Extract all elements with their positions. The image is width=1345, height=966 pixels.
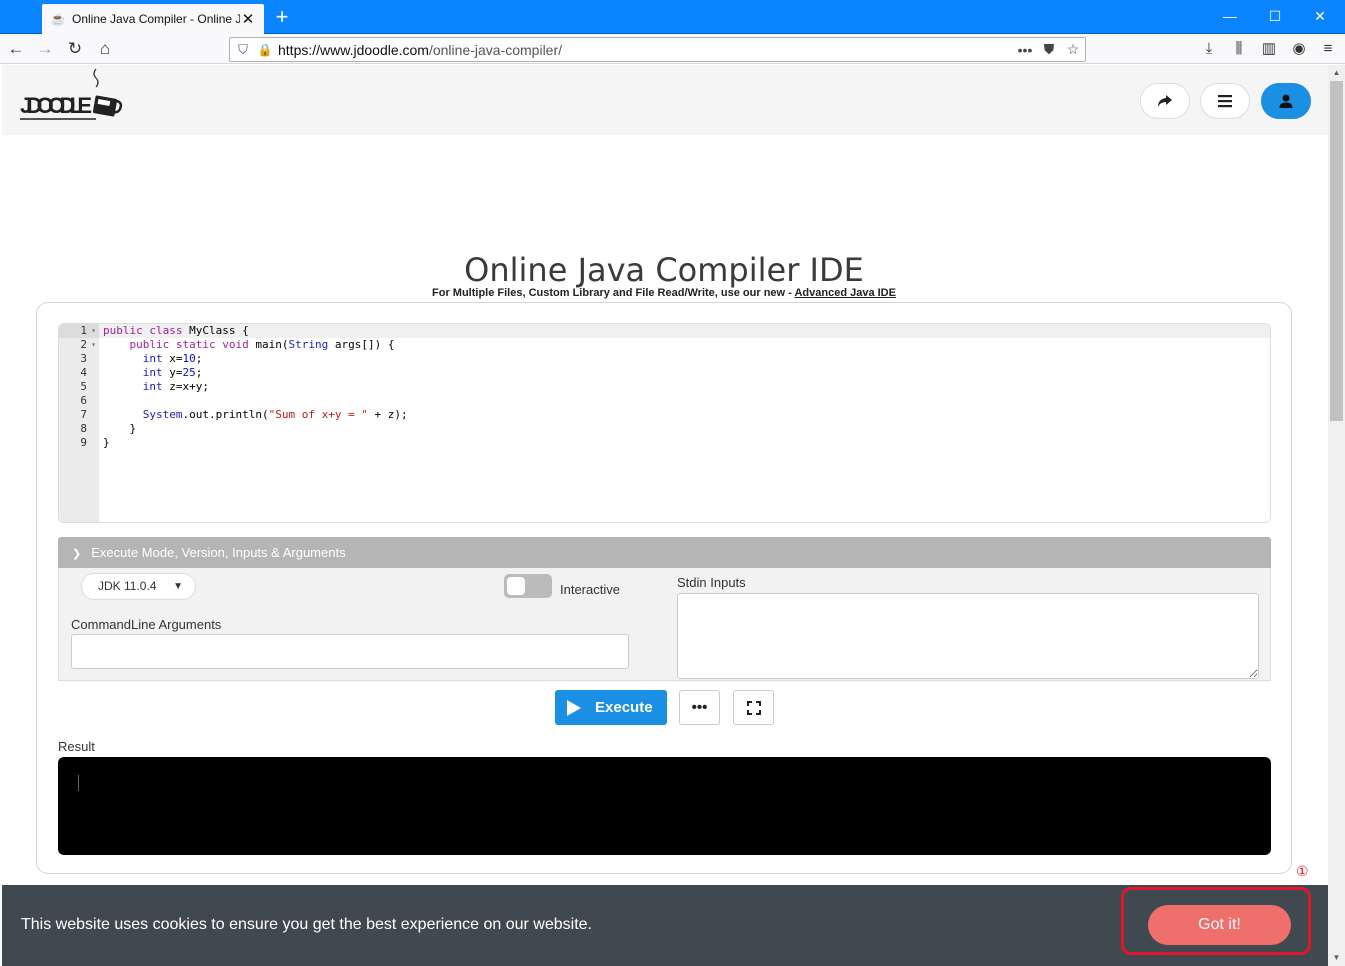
play-icon: [567, 699, 581, 716]
chevron-down-icon: ▼: [173, 581, 183, 592]
page-scrollbar[interactable]: ▲ ▼: [1328, 65, 1345, 966]
code-line: int y=25;: [142, 366, 203, 379]
scroll-down-icon[interactable]: ▼: [1328, 950, 1345, 966]
new-tab-icon[interactable]: +: [270, 4, 294, 30]
user-icon: [1279, 94, 1293, 108]
maximize-icon[interactable]: ☐: [1252, 0, 1298, 34]
download-icon[interactable]: ⤓: [1197, 37, 1221, 61]
line-number: 1: [59, 324, 99, 338]
share-button[interactable]: [1140, 83, 1190, 119]
execute-button[interactable]: Execute: [555, 690, 667, 725]
fullscreen-button[interactable]: [733, 690, 774, 725]
result-label: Result: [58, 739, 95, 754]
compiler-card: 1 2 3 4 5 6 7 8 9 public class MyClass {…: [36, 302, 1292, 874]
page-subtitle: For Multiple Files, Custom Library and F…: [0, 287, 1328, 299]
fullscreen-icon: [746, 700, 761, 715]
result-output[interactable]: [58, 757, 1271, 855]
code-line: }: [103, 436, 110, 449]
line-number: 9: [80, 436, 87, 449]
share-icon: [1158, 95, 1172, 107]
chevron-down-icon: ❯: [72, 548, 82, 560]
reload-icon[interactable]: ↻: [63, 37, 87, 61]
execute-options-label: Execute Mode, Version, Inputs & Argument…: [91, 545, 346, 560]
line-number: 4: [80, 366, 87, 379]
tab-close-icon[interactable]: ✕: [240, 10, 256, 28]
stdin-input[interactable]: [677, 593, 1259, 679]
tracking-shield-icon[interactable]: ⛉: [230, 42, 256, 58]
bookmark-star-icon[interactable]: ☆: [1061, 41, 1085, 58]
code-editor[interactable]: 1 2 3 4 5 6 7 8 9 public class MyClass {…: [58, 323, 1271, 523]
sidebar-icon[interactable]: ▥: [1257, 37, 1281, 61]
annotation-marker: ①: [1296, 863, 1309, 879]
jdoodle-logo[interactable]: JDOODLE: [18, 67, 128, 127]
interactive-label: Interactive: [560, 582, 620, 597]
line-number: 8: [80, 422, 87, 435]
code-line: int z=x+y;: [142, 380, 209, 393]
editor-gutter: 1 2 3 4 5 6 7 8 9: [59, 324, 99, 522]
address-bar[interactable]: ⛉ 🔒 https://www.jdoodle.com/online-java-…: [229, 37, 1086, 62]
cookie-message: This website uses cookies to ensure you …: [21, 916, 592, 933]
menu-hamburger-icon[interactable]: ≡: [1316, 37, 1340, 61]
pocket-icon[interactable]: ⛊: [1037, 41, 1061, 58]
library-icon[interactable]: ⫼: [1227, 37, 1251, 61]
stdin-label: Stdin Inputs: [677, 575, 746, 590]
cookie-banner: This website uses cookies to ensure you …: [2, 885, 1328, 966]
code-line: public static void main(String args[]) {: [129, 338, 395, 351]
annotation-highlight-box: [1121, 887, 1311, 955]
execute-options-header[interactable]: ❯ Execute Mode, Version, Inputs & Argumen…: [58, 537, 1271, 568]
url-path: /online-java-compiler/: [428, 41, 563, 58]
line-number: 3: [80, 352, 87, 365]
account-icon[interactable]: ◉: [1287, 37, 1311, 61]
jdk-version-value: JDK 11.0.4: [98, 579, 157, 593]
more-dots-icon: •••: [691, 699, 708, 716]
jdoodle-favicon-icon: ☕: [50, 12, 66, 26]
forward-arrow-icon[interactable]: →: [33, 37, 57, 61]
logo-text: JDOODLE: [20, 93, 92, 118]
url-host: https://www.jdoodle.com: [278, 41, 429, 58]
page-title: Online Java Compiler IDE: [464, 251, 864, 289]
lock-icon[interactable]: 🔒: [256, 43, 274, 57]
site-header: JDOODLE: [2, 65, 1328, 135]
subtitle-text: For Multiple Files, Custom Library and F…: [432, 287, 795, 299]
line-number: 6: [80, 394, 87, 407]
text-cursor: [78, 775, 79, 791]
home-icon[interactable]: ⌂: [93, 37, 117, 61]
url-text[interactable]: https://www.jdoodle.com/online-java-comp…: [274, 42, 1013, 58]
line-number: 2: [59, 338, 99, 352]
page-content: JDOODLE Online Java Compiler IDE For Mul…: [0, 65, 1328, 966]
code-lines[interactable]: public class MyClass { public static voi…: [99, 324, 1270, 450]
window-close-icon[interactable]: ✕: [1297, 0, 1343, 34]
browser-tab[interactable]: ☕ Online Java Compiler - Online J ✕: [42, 4, 264, 34]
scroll-up-icon[interactable]: ▲: [1328, 65, 1345, 81]
code-line: int x=10;: [142, 352, 203, 365]
line-number: 7: [80, 408, 87, 421]
toggle-knob: [507, 577, 525, 595]
code-line: System.out.println("Sum of x+y = " + z);: [142, 408, 408, 421]
commandline-args-label: CommandLine Arguments: [71, 617, 222, 632]
advanced-ide-link[interactable]: Advanced Java IDE: [794, 287, 896, 299]
menu-button[interactable]: [1200, 83, 1250, 119]
line-number: 5: [80, 380, 87, 393]
execute-label: Execute: [595, 699, 653, 716]
execute-options-panel: JDK 11.0.4 ▼ Interactive Stdin Inputs Co…: [58, 568, 1271, 681]
browser-tab-bar: ☕ Online Java Compiler - Online J ✕ + — …: [0, 0, 1345, 34]
minimize-icon[interactable]: —: [1207, 0, 1253, 34]
code-line: public class MyClass {: [99, 324, 1270, 338]
page-actions-icon[interactable]: •••: [1013, 42, 1037, 58]
more-options-button[interactable]: •••: [679, 690, 720, 725]
browser-nav-bar: ← → ↻ ⌂ ⛉ 🔒 https://www.jdoodle.com/onli…: [0, 34, 1345, 64]
back-arrow-icon[interactable]: ←: [4, 37, 28, 61]
scrollbar-thumb[interactable]: [1330, 81, 1343, 421]
interactive-toggle[interactable]: [504, 574, 552, 598]
code-line: }: [103, 422, 137, 435]
tab-title: Online Java Compiler - Online J: [72, 12, 240, 26]
commandline-args-input[interactable]: [71, 634, 629, 669]
jdk-version-select[interactable]: JDK 11.0.4 ▼: [81, 573, 196, 600]
hamburger-icon: [1218, 95, 1232, 108]
user-login-button[interactable]: [1261, 83, 1311, 119]
